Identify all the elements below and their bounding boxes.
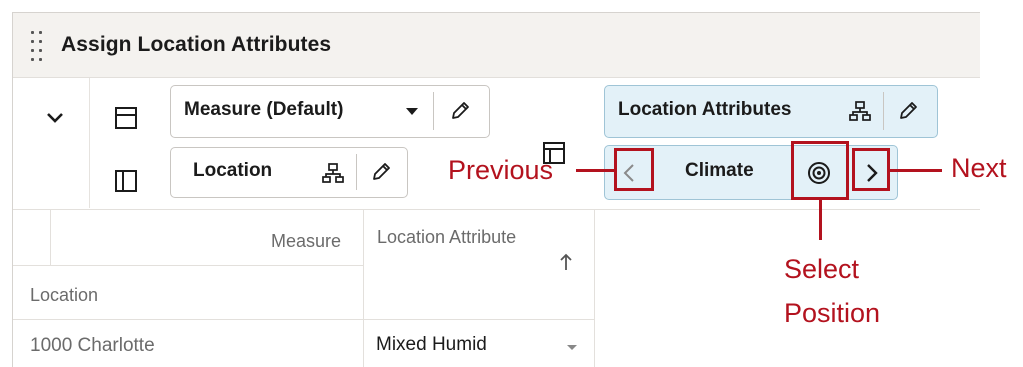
control-divider — [356, 154, 357, 190]
caret-down-icon[interactable] — [566, 344, 578, 352]
select-position-annotation-line2: Position — [784, 298, 881, 328]
previous-annotation: Previous — [448, 155, 554, 185]
control-divider — [433, 92, 434, 130]
sort-ascending-icon[interactable] — [559, 252, 573, 272]
chevron-down-icon[interactable] — [46, 112, 64, 124]
grid-line — [50, 209, 51, 265]
measure-view-label: Measure (Default) — [184, 99, 344, 120]
pencil-icon[interactable] — [370, 161, 392, 183]
previous-highlight-box — [614, 148, 654, 191]
control-divider — [883, 92, 884, 130]
position-label: Climate — [685, 160, 754, 181]
select-position-highlight-box — [791, 141, 849, 200]
select-position-annotation-line1: Select — [784, 254, 860, 284]
location-attribute-column-header[interactable]: Location Attribute — [377, 227, 516, 248]
next-highlight-box — [852, 148, 890, 191]
caret-down-icon[interactable] — [405, 107, 419, 117]
location-attributes-label: Location Attributes — [618, 99, 792, 120]
hierarchy-icon[interactable] — [849, 100, 871, 122]
attribute-value: Mixed Humid — [376, 334, 487, 355]
attribute-value-cell[interactable]: Mixed Humid — [364, 320, 594, 367]
next-annotation: Next — [951, 153, 1007, 183]
layout-rows-icon[interactable] — [114, 106, 138, 130]
panel-header: Assign Location Attributes — [13, 13, 980, 78]
grid-line — [594, 209, 595, 367]
previous-pointer-line — [576, 169, 615, 172]
pencil-icon[interactable] — [897, 100, 919, 122]
panel-title: Assign Location Attributes — [61, 33, 332, 56]
grid-line — [13, 209, 980, 210]
location-attributes-selector[interactable]: Location Attributes — [604, 85, 938, 138]
location-view-label: Location — [193, 160, 273, 181]
select-position-pointer-line — [819, 200, 822, 240]
pencil-icon[interactable] — [449, 100, 471, 122]
location-row-header: Location — [30, 285, 99, 305]
measure-corner-header: Measure — [271, 231, 342, 251]
grid-line — [13, 265, 363, 266]
row-location-cell: 1000 Charlotte — [30, 335, 155, 356]
measure-view-selector[interactable]: Measure (Default) — [170, 85, 490, 138]
location-view-selector[interactable]: Location — [170, 147, 408, 198]
next-pointer-line — [890, 169, 942, 172]
hierarchy-icon[interactable] — [322, 162, 344, 184]
toolbar-divider — [89, 78, 90, 208]
pivot-grid: Measure Location Attribute Location 1000… — [13, 209, 980, 367]
drag-handle-icon[interactable] — [31, 31, 45, 61]
layout-columns-icon[interactable] — [114, 169, 138, 193]
